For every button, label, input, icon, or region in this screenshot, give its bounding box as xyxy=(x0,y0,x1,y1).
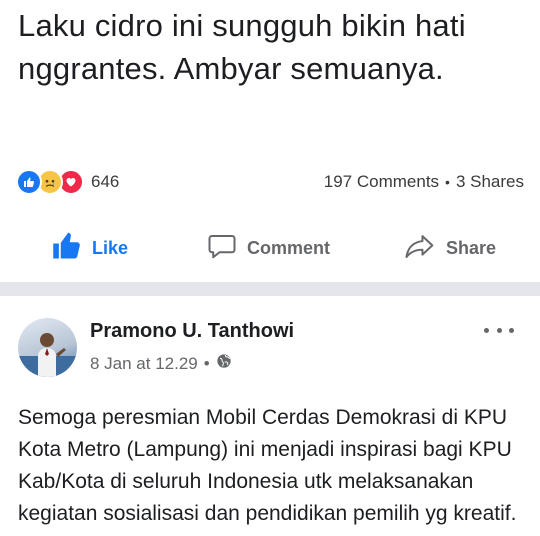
avatar[interactable] xyxy=(18,318,77,377)
separator-dot: • xyxy=(445,174,450,190)
share-count[interactable]: 3 Shares xyxy=(456,172,524,192)
share-arrow-icon xyxy=(404,231,436,266)
like-button[interactable]: Like xyxy=(52,231,128,266)
share-button[interactable]: Share xyxy=(404,231,496,266)
feed-divider xyxy=(0,282,540,296)
post-meta: 8 Jan at 12.29 • xyxy=(90,353,232,374)
reaction-count: 646 xyxy=(91,172,120,191)
post-body-text: Semoga peresmian Mobil Cerdas Demokrasi … xyxy=(18,406,517,525)
post-text: Laku cidro ini sungguh bikin hati nggran… xyxy=(18,8,466,86)
comment-button[interactable]: Comment xyxy=(207,231,330,266)
post-stats-bar: 646 197 Comments • 3 Shares xyxy=(16,168,524,196)
more-options-button[interactable] xyxy=(484,324,514,336)
like-reaction-icon xyxy=(16,169,42,195)
more-dot xyxy=(496,327,502,333)
post-timestamp[interactable]: 8 Jan at 12.29 xyxy=(90,354,198,374)
globe-icon xyxy=(216,353,232,374)
comment-label: Comment xyxy=(247,237,331,258)
separator-dot: • xyxy=(203,353,210,373)
comment-count[interactable]: 197 Comments xyxy=(324,172,439,192)
post-action-bar: Like Comment Share xyxy=(0,226,540,270)
thumbs-up-icon xyxy=(52,231,82,266)
like-label: Like xyxy=(92,237,129,258)
comment-bubble-icon xyxy=(207,231,237,266)
share-label: Share xyxy=(446,237,497,258)
comment-share-counts: 197 Comments • 3 Shares xyxy=(324,172,524,192)
post-header: Pramono U. Tanthowi 8 Jan at 12.29 • xyxy=(0,296,540,386)
more-dot xyxy=(509,327,514,333)
more-dot xyxy=(484,327,489,333)
reaction-summary[interactable]: 646 xyxy=(16,169,119,195)
author-name[interactable]: Pramono U. Tanthowi xyxy=(90,320,294,343)
